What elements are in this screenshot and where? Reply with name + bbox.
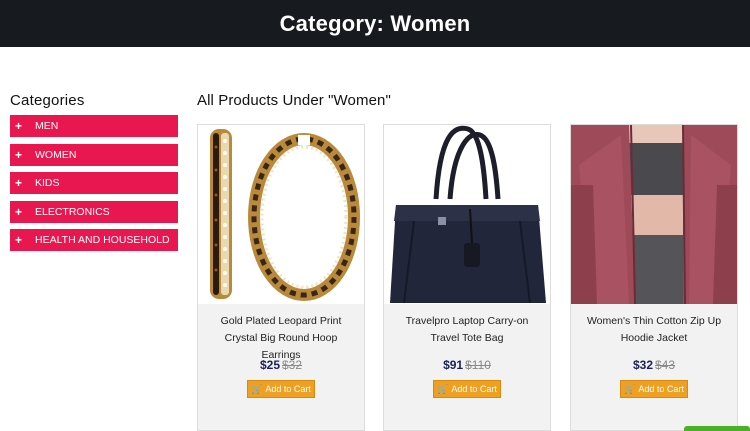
product-card: Gold Plated Leopard Print Crystal Big Ro… (197, 124, 365, 431)
plus-icon: + (15, 147, 23, 162)
current-price: $25 (259, 358, 280, 372)
cart-icon: 🛒 (437, 383, 449, 394)
category-item-health-and-household[interactable]: + HEALTH AND HOUSEHOLD (10, 229, 178, 251)
product-name[interactable]: Travelpro Laptop Carry-on Travel Tote Ba… (384, 304, 550, 354)
category-label: WOMEN (35, 148, 77, 161)
old-price: $110 (465, 358, 491, 372)
category-item-kids[interactable]: + KIDS (10, 172, 178, 194)
product-price: $25 $32 (198, 358, 364, 372)
product-price: $91 $110 (384, 358, 550, 372)
add-to-cart-label: Add to Cart (265, 384, 311, 394)
chat-widget-tab[interactable] (684, 426, 750, 431)
add-to-cart-label: Add to Cart (451, 384, 497, 394)
current-price: $32 (632, 358, 653, 372)
plus-icon: + (15, 176, 23, 190)
add-to-cart-button[interactable]: 🛒 Add to Cart (433, 380, 501, 398)
category-sidebar: Categories + MEN + WOMEN + KIDS + ELECTRONIC… (10, 92, 178, 258)
current-price: $91 (443, 358, 464, 372)
product-card: Travelpro Laptop Carry-on Travel Tote Ba… (383, 124, 551, 431)
category-item-women[interactable]: + WOMEN (10, 143, 178, 166)
add-to-cart-button[interactable]: 🛒 Add to Cart (620, 380, 688, 398)
category-item-electronics[interactable]: + ELECTRONICS (10, 200, 178, 223)
sidebar-heading: Categories (10, 92, 85, 109)
add-to-cart-label: Add to Cart (638, 384, 684, 394)
product-image[interactable] (384, 125, 550, 304)
category-item-men[interactable]: + MEN (10, 115, 178, 137)
product-price: $32 $43 (571, 358, 737, 372)
plus-icon: + (15, 233, 23, 247)
product-card: Women's Thin Cotton Zip Up Hoodie Jacket… (570, 124, 738, 431)
product-name[interactable]: Gold Plated Leopard Print Crystal Big Ro… (198, 304, 364, 361)
category-label: MEN (35, 120, 59, 132)
category-label: HEALTH AND HOUSEHOLD (35, 234, 170, 246)
product-image[interactable] (571, 125, 737, 304)
old-price: $32 (282, 358, 303, 372)
category-label: ELECTRONICS (35, 205, 110, 218)
old-price: $43 (655, 358, 676, 372)
page-title: Category: Women (279, 10, 471, 36)
add-to-cart-button[interactable]: 🛒 Add to Cart (247, 380, 315, 398)
page-header: Category: Women (0, 0, 750, 47)
cart-icon: 🛒 (251, 383, 263, 394)
cart-icon: 🛒 (624, 383, 636, 394)
product-name[interactable]: Women's Thin Cotton Zip Up Hoodie Jacket (571, 304, 737, 354)
plus-icon: + (15, 119, 23, 133)
plus-icon: + (15, 204, 23, 219)
products-section-title: All Products Under "Women" (197, 92, 391, 109)
category-label: KIDS (35, 177, 60, 189)
product-image[interactable] (198, 125, 364, 304)
